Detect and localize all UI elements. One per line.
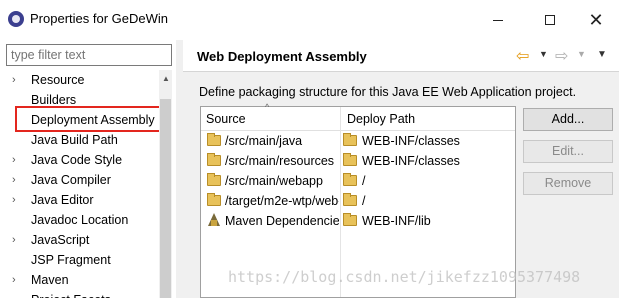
- back-arrow-icon[interactable]: ⇦: [516, 46, 529, 66]
- sidebar-item-java-build-path[interactable]: Java Build Path: [0, 130, 160, 150]
- sidebar-item-java-compiler[interactable]: › Java Compiler: [0, 170, 160, 190]
- chevron-right-icon[interactable]: ›: [12, 170, 16, 190]
- column-header-source[interactable]: Source: [206, 112, 246, 126]
- sidebar-item-project-facets[interactable]: Project Facets: [0, 290, 160, 298]
- sidebar-item-maven[interactable]: › Maven: [0, 270, 160, 290]
- table-row[interactable]: /target/m2e-wtp/web-resources /: [201, 191, 515, 211]
- folder-icon: [207, 173, 221, 186]
- chevron-down-icon[interactable]: ▼: [577, 49, 586, 59]
- main-panel: Web Deployment Assembly ⇦ ▼ ⇨ ▼ ▼ Define…: [183, 40, 619, 298]
- pane-splitter[interactable]: [177, 40, 181, 298]
- scrollbar-thumb[interactable]: [160, 99, 171, 298]
- chevron-right-icon[interactable]: ›: [12, 70, 16, 90]
- deploy-path-cell: WEB-INF/classes: [362, 154, 460, 168]
- folder-icon: [207, 153, 221, 166]
- source-cell: /target/m2e-wtp/web-resources: [225, 194, 339, 208]
- sidebar-item-java-editor[interactable]: › Java Editor: [0, 190, 160, 210]
- sidebar-item-java-code-style[interactable]: › Java Code Style: [0, 150, 160, 170]
- chevron-right-icon[interactable]: ›: [12, 270, 16, 290]
- table-row[interactable]: Maven Dependencies WEB-INF/lib: [201, 211, 515, 231]
- table-row[interactable]: /src/main/webapp /: [201, 171, 515, 191]
- sidebar-item-javascript[interactable]: › JavaScript: [0, 230, 160, 250]
- sidebar-item-resource[interactable]: › Resource: [0, 70, 160, 90]
- deploy-path-cell: /: [362, 194, 366, 208]
- sidebar-item-label: Resource: [31, 73, 85, 87]
- chevron-right-icon[interactable]: ›: [12, 150, 16, 170]
- deployment-table[interactable]: Source ^ Deploy Path /src/main/java WEB-…: [200, 102, 516, 298]
- table-row[interactable]: /src/main/resources WEB-INF/classes: [201, 151, 515, 171]
- table-row[interactable]: /src/main/java WEB-INF/classes: [201, 131, 515, 151]
- folder-icon: [207, 193, 221, 206]
- deploy-path-cell: WEB-INF/lib: [362, 214, 431, 228]
- column-header-deploy-path[interactable]: Deploy Path: [347, 112, 415, 126]
- page-title: Web Deployment Assembly: [197, 49, 367, 64]
- edit-button[interactable]: Edit...: [523, 140, 613, 163]
- deploy-path-cell: /: [362, 174, 366, 188]
- folder-icon: [207, 133, 221, 146]
- close-icon: ✕: [588, 9, 604, 30]
- deploy-path-cell: WEB-INF/classes: [362, 134, 460, 148]
- minimize-icon: [493, 19, 503, 21]
- sort-indicator-icon: ^: [265, 102, 270, 112]
- title-bar: Properties for GeDeWin ✕: [0, 0, 619, 40]
- sidebar: › Resource Builders Deployment Assembly …: [0, 40, 176, 298]
- remove-button[interactable]: Remove: [523, 172, 613, 195]
- source-cell: /src/main/webapp: [225, 174, 323, 188]
- chevron-right-icon[interactable]: ›: [12, 190, 16, 210]
- chevron-right-icon[interactable]: ›: [12, 230, 16, 250]
- sidebar-item-label: Project Facets: [31, 290, 111, 298]
- add-button[interactable]: Add...: [523, 108, 613, 131]
- sidebar-item-label: Java Compiler: [31, 173, 111, 187]
- folder-icon: [343, 193, 357, 206]
- filter-input[interactable]: [6, 44, 172, 66]
- source-cell: /src/main/java: [225, 134, 303, 148]
- close-button[interactable]: ✕: [583, 8, 609, 32]
- sidebar-item-label: JSP Fragment: [31, 253, 111, 267]
- sidebar-item-label: Java Editor: [31, 193, 94, 207]
- sidebar-item-label: JavaScript: [31, 233, 90, 247]
- sidebar-item-label: Java Build Path: [31, 133, 118, 147]
- source-cell: /src/main/resources: [225, 154, 335, 168]
- scroll-up-icon[interactable]: ▲: [162, 74, 170, 83]
- eclipse-icon: [8, 11, 24, 27]
- sidebar-item-label: Javadoc Location: [31, 213, 129, 227]
- sidebar-item-label: Java Code Style: [31, 153, 123, 167]
- maximize-icon: [545, 15, 555, 25]
- sidebar-item-javadoc-location[interactable]: Javadoc Location: [0, 210, 160, 230]
- source-cell: Maven Dependencies: [225, 214, 339, 228]
- sidebar-scrollbar[interactable]: ▲: [159, 70, 172, 298]
- window-title: Properties for GeDeWin: [30, 11, 168, 26]
- folder-icon: [343, 153, 357, 166]
- minimize-button[interactable]: [485, 8, 511, 32]
- folder-icon: [343, 173, 357, 186]
- chevron-down-icon[interactable]: ▼: [539, 49, 548, 59]
- sidebar-item-label: Maven: [31, 273, 69, 287]
- folder-icon: [343, 133, 357, 146]
- page-description: Define packaging structure for this Java…: [199, 85, 577, 99]
- library-icon: [207, 213, 221, 226]
- folder-icon: [343, 213, 357, 226]
- table-header: Source ^ Deploy Path: [201, 102, 515, 131]
- forward-arrow-icon[interactable]: ⇨: [555, 46, 568, 66]
- selection-highlight: [15, 106, 167, 132]
- sidebar-item-jsp-fragment[interactable]: JSP Fragment: [0, 250, 160, 270]
- maximize-button[interactable]: [537, 8, 563, 32]
- view-menu-icon[interactable]: ▼: [597, 49, 607, 60]
- page-header: Web Deployment Assembly ⇦ ▼ ⇨ ▼ ▼: [183, 40, 619, 72]
